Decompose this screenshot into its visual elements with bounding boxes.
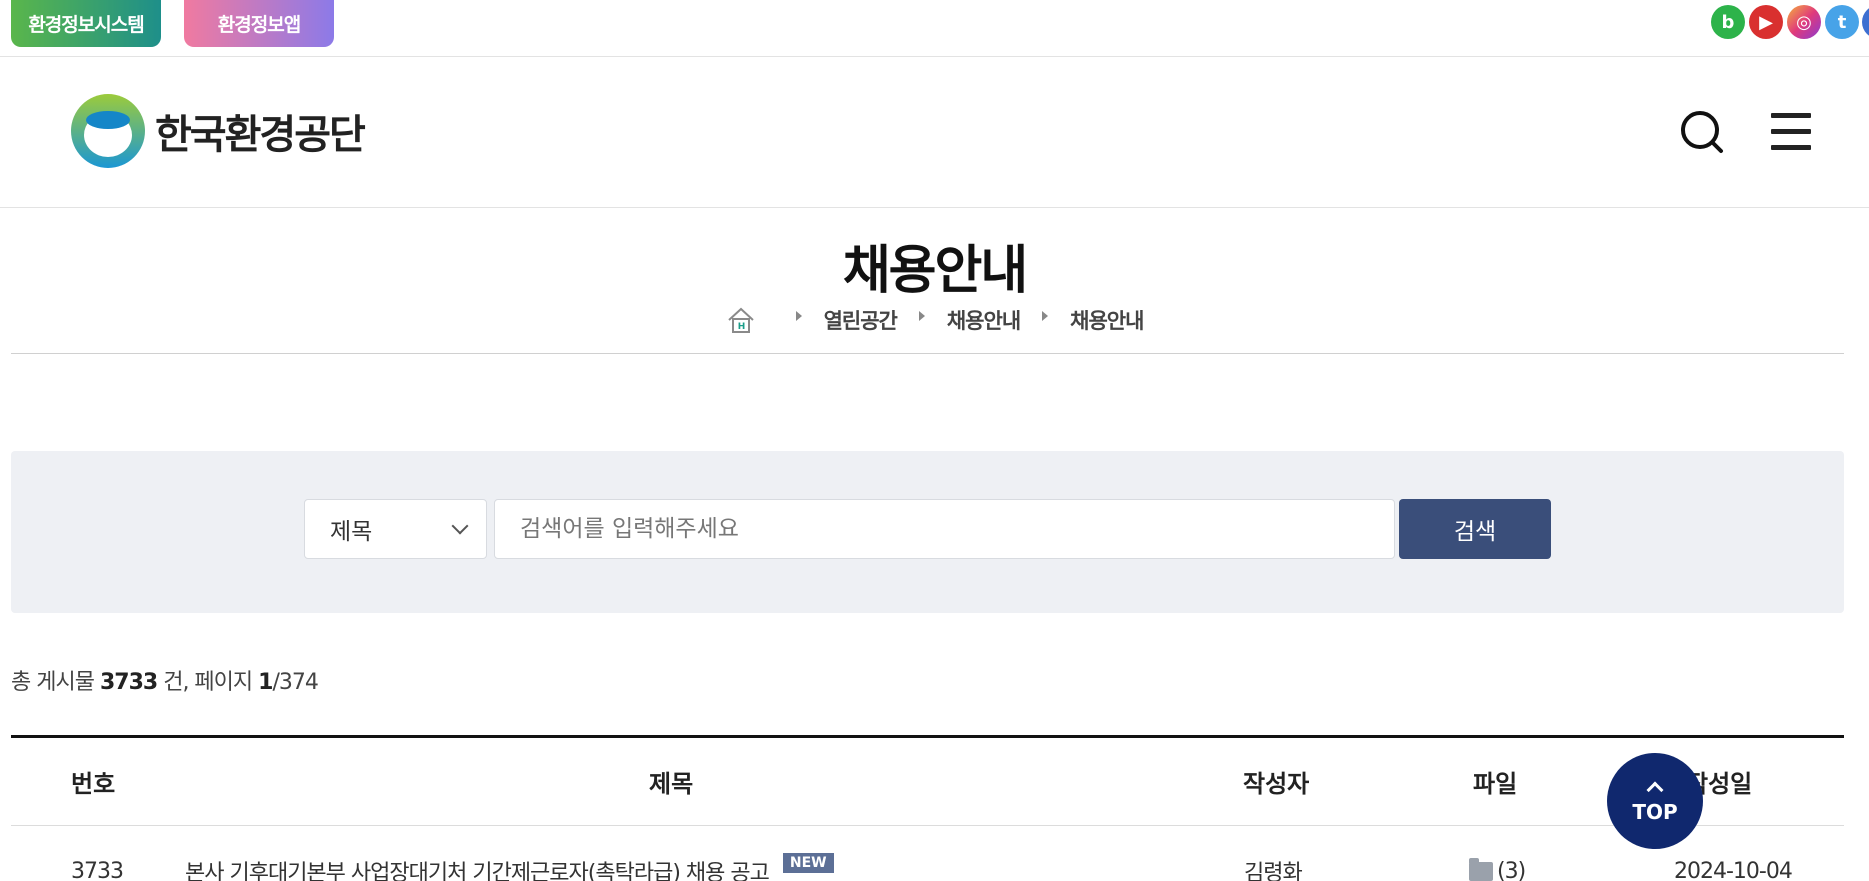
current-page: 1	[258, 670, 273, 695]
search-input[interactable]	[494, 499, 1395, 559]
breadcrumb-item-recruit[interactable]: 채용안내	[947, 305, 1021, 335]
new-badge: NEW	[782, 853, 834, 873]
instagram-icon[interactable]: ◎	[1787, 5, 1821, 39]
top-utility-bar: 환경정보시스템 환경정보앱 b ▶ ◎ t f	[0, 0, 1869, 57]
chevron-down-icon	[451, 517, 469, 535]
header-no: 번호	[71, 770, 116, 798]
search-field-select[interactable]: 제목	[304, 499, 487, 559]
row-file[interactable]: (3)	[1469, 826, 1526, 881]
row-date: 2024-10-04	[1674, 858, 1793, 881]
breadcrumb-item-recruit-current[interactable]: 채용안내	[1070, 305, 1144, 335]
more-social-icon[interactable]: f	[1862, 5, 1869, 39]
site-logo-text[interactable]: 한국환경공단	[155, 102, 366, 160]
row-file-count: (3)	[1497, 858, 1526, 881]
count-unit: 건, 페이지	[163, 670, 253, 695]
scroll-top-button[interactable]: TOP	[1607, 753, 1703, 849]
youtube-icon[interactable]: ▶	[1749, 5, 1783, 39]
breadcrumb-separator-icon	[1042, 311, 1049, 321]
total-count: 3733	[99, 670, 158, 695]
search-button[interactable]: 검색	[1399, 499, 1551, 559]
folder-icon	[1469, 857, 1493, 881]
blog-icon[interactable]: b	[1711, 5, 1745, 39]
home-icon[interactable]: H	[726, 305, 756, 335]
search-field-select-value: 제목	[330, 519, 373, 545]
twitter-icon[interactable]: t	[1825, 5, 1859, 39]
table-header: 번호 제목 작성자 파일 작성일	[11, 738, 1844, 826]
environment-info-system-link[interactable]: 환경정보시스템	[11, 0, 161, 47]
title-divider	[11, 353, 1844, 354]
row-title-link[interactable]: 본사 기후대기본부 사업장대기처 기간제근로자(촉탁라급) 채용 공고 NEW	[185, 826, 834, 881]
breadcrumb-separator-icon	[795, 311, 802, 321]
post-count-summary: 총 게시물 3733 건, 페이지 1/374	[11, 664, 319, 696]
breadcrumb: H 열린공간 채용안내 채용안내	[0, 305, 1869, 335]
header-title: 제목	[649, 770, 694, 798]
kecoa-logo-icon[interactable]	[70, 93, 146, 169]
row-title-text[interactable]: 본사 기후대기본부 사업장대기처 기간제근로자(촉탁라급) 채용 공고	[185, 855, 770, 881]
site-header: 한국환경공단	[0, 57, 1869, 208]
row-writer: 김령화	[1244, 861, 1303, 881]
row-no: 3733	[71, 858, 124, 881]
scroll-top-label: TOP	[1632, 800, 1678, 824]
breadcrumb-separator-icon	[918, 311, 925, 321]
table-row[interactable]: 3733 본사 기후대기본부 사업장대기처 기간제근로자(촉탁라급) 채용 공고…	[11, 826, 1844, 881]
chevron-up-icon	[1646, 781, 1664, 799]
search-icon[interactable]	[1679, 109, 1727, 157]
svg-text:H: H	[737, 322, 744, 332]
count-prefix: 총 게시물	[11, 670, 95, 695]
recruit-table: 번호 제목 작성자 파일 작성일 3733 본사 기후대기본부 사업장대기처 기…	[11, 735, 1844, 881]
breadcrumb-item-open-space[interactable]: 열린공간	[824, 305, 898, 335]
header-writer: 작성자	[1243, 770, 1310, 798]
environment-info-app-link[interactable]: 환경정보앱	[184, 0, 334, 47]
search-panel: 제목 검색	[11, 451, 1844, 613]
page-title: 채용안내	[842, 241, 1028, 301]
total-pages: /374	[272, 670, 318, 695]
hamburger-menu-icon[interactable]	[1771, 111, 1811, 151]
header-file: 파일	[1473, 770, 1518, 798]
